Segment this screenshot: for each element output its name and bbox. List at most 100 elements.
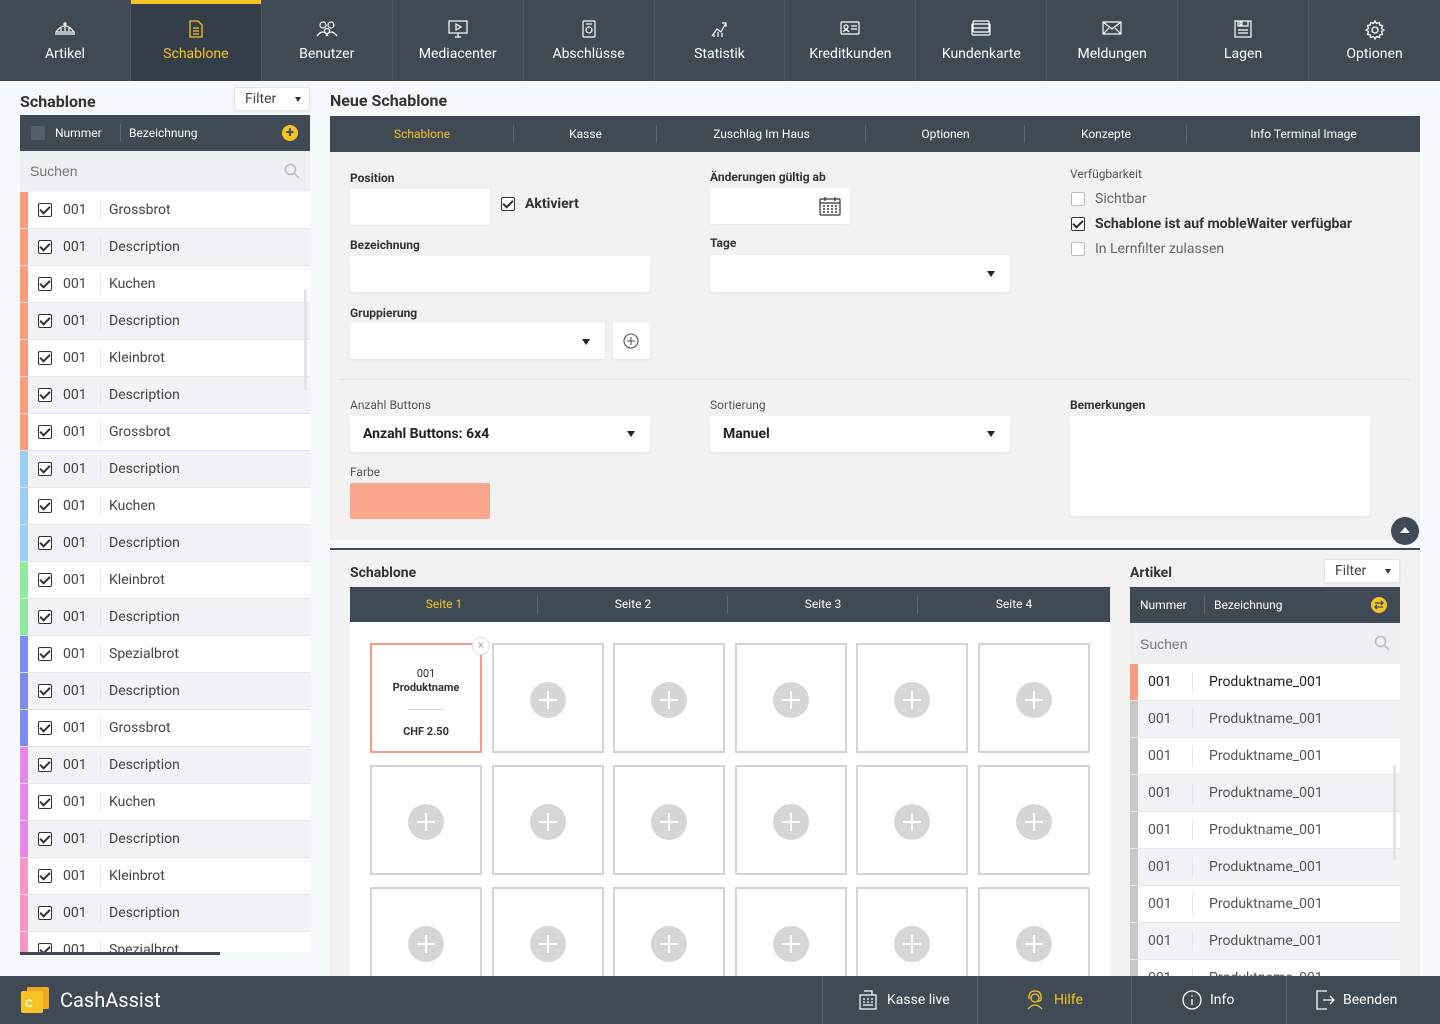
nav-item-statistik[interactable]: Statistik: [655, 0, 786, 81]
horizontal-scrollbar[interactable]: [20, 952, 220, 955]
list-item[interactable]: 001 Kleinbrot: [20, 858, 310, 895]
vertical-scrollbar[interactable]: [304, 290, 307, 390]
row-checkbox[interactable]: [38, 684, 52, 698]
nav-item-kreditkunden[interactable]: Kreditkunden: [785, 0, 917, 81]
list-item[interactable]: 001Produktname_001: [1130, 738, 1400, 775]
lernfilter-checkbox[interactable]: [1071, 242, 1085, 256]
empty-tile-add-button[interactable]: [856, 887, 968, 976]
empty-tile-add-button[interactable]: [492, 765, 604, 875]
nav-item-kundenkarte[interactable]: Kundenkarte: [916, 0, 1048, 81]
row-checkbox[interactable]: [38, 536, 52, 550]
list-item[interactable]: 001 Grossbrot: [20, 414, 310, 451]
empty-tile-add-button[interactable]: [735, 765, 847, 875]
row-checkbox[interactable]: [38, 425, 52, 439]
position-input[interactable]: [350, 189, 490, 225]
aktiviert-checkbox[interactable]: [501, 197, 515, 211]
list-item[interactable]: 001Produktname_001: [1130, 886, 1400, 923]
empty-tile-add-button[interactable]: [735, 887, 847, 976]
row-checkbox[interactable]: [38, 943, 52, 952]
empty-tile-add-button[interactable]: [613, 643, 725, 753]
row-checkbox[interactable]: [38, 610, 52, 624]
empty-tile-add-button[interactable]: [370, 765, 482, 875]
list-item[interactable]: 001Produktname_001: [1130, 849, 1400, 886]
sichtbar-checkbox[interactable]: [1071, 192, 1085, 206]
list-item[interactable]: 001 Description: [20, 229, 310, 266]
tab-seite-4[interactable]: Seite 4: [918, 587, 1110, 622]
list-item[interactable]: 001 Description: [20, 821, 310, 858]
list-item[interactable]: 001 Description: [20, 303, 310, 340]
row-checkbox[interactable]: [38, 758, 52, 772]
template-button-tile[interactable]: 001 Produktname CHF 2.50 ×: [370, 637, 490, 753]
nav-item-benutzer[interactable]: Benutzer: [262, 0, 393, 81]
row-checkbox[interactable]: [38, 721, 52, 735]
row-checkbox[interactable]: [38, 277, 52, 291]
bemerkungen-textarea[interactable]: [1070, 416, 1370, 516]
filter-dropdown[interactable]: Filter: [234, 87, 310, 111]
list-item[interactable]: 001Produktname_001: [1130, 775, 1400, 812]
close-icon[interactable]: ×: [472, 637, 490, 655]
row-checkbox[interactable]: [38, 795, 52, 809]
sortierung-select[interactable]: Manuel: [710, 416, 1010, 452]
list-item[interactable]: 001 Description: [20, 377, 310, 414]
empty-tile-add-button[interactable]: [492, 887, 604, 976]
tab-zuschlag-im-haus[interactable]: Zuschlag Im Haus: [657, 116, 866, 152]
list-item[interactable]: 001Produktname_001: [1130, 664, 1400, 701]
nav-item-meldungen[interactable]: Meldungen: [1047, 0, 1179, 81]
row-checkbox[interactable]: [38, 462, 52, 476]
calendar-icon[interactable]: [819, 196, 841, 216]
list-item[interactable]: 001 Description: [20, 673, 310, 710]
row-checkbox[interactable]: [38, 351, 52, 365]
tab-konzepte[interactable]: Konzepte: [1025, 116, 1187, 152]
empty-tile-add-button[interactable]: [978, 643, 1090, 753]
search-input[interactable]: [20, 151, 280, 191]
list-item[interactable]: 001 Kleinbrot: [20, 340, 310, 377]
list-item[interactable]: 001 Description: [20, 599, 310, 636]
anzahl-buttons-select[interactable]: Anzahl Buttons: 6x4: [350, 416, 650, 452]
nav-item-abschluesse[interactable]: Abschlüsse: [524, 0, 655, 81]
tab-seite-1[interactable]: Seite 1: [350, 587, 538, 622]
add-template-button[interactable]: +: [282, 125, 298, 141]
empty-tile-add-button[interactable]: [978, 887, 1090, 976]
row-checkbox[interactable]: [38, 388, 52, 402]
collapse-form-button[interactable]: [1391, 517, 1419, 545]
nav-item-optionen[interactable]: Optionen: [1309, 0, 1440, 81]
empty-tile-add-button[interactable]: [978, 765, 1090, 875]
row-checkbox[interactable]: [38, 203, 52, 217]
select-all-checkbox[interactable]: [31, 126, 45, 140]
color-swatch[interactable]: [350, 483, 490, 519]
empty-tile-add-button[interactable]: [856, 765, 968, 875]
bezeichnung-input[interactable]: [350, 256, 650, 292]
gruppierung-select[interactable]: [350, 323, 605, 359]
info-button[interactable]: Info: [1131, 976, 1286, 1024]
row-checkbox[interactable]: [38, 906, 52, 920]
list-item[interactable]: 001 Grossbrot: [20, 710, 310, 747]
list-item[interactable]: 001 Kuchen: [20, 266, 310, 303]
empty-tile-add-button[interactable]: [613, 887, 725, 976]
tab-schablone[interactable]: Schablone: [330, 116, 514, 152]
search-icon[interactable]: [284, 163, 300, 179]
list-item[interactable]: 001Produktname_001: [1130, 960, 1400, 976]
kasse-live-button[interactable]: Kasse live: [822, 976, 977, 1024]
list-item[interactable]: 001 Description: [20, 747, 310, 784]
nav-item-lagen[interactable]: Lagen: [1178, 0, 1310, 81]
empty-tile-add-button[interactable]: [856, 643, 968, 753]
empty-tile-add-button[interactable]: [735, 643, 847, 753]
list-item[interactable]: 001 Kuchen: [20, 784, 310, 821]
row-checkbox[interactable]: [38, 573, 52, 587]
empty-tile-add-button[interactable]: [492, 643, 604, 753]
tab-optionen[interactable]: Optionen: [866, 116, 1025, 152]
list-item[interactable]: 001 Kuchen: [20, 488, 310, 525]
nav-item-schablone[interactable]: Schablone: [130, 0, 262, 81]
tab-seite-3[interactable]: Seite 3: [728, 587, 918, 622]
search-icon[interactable]: [1374, 635, 1390, 651]
add-gruppierung-button[interactable]: [613, 323, 650, 359]
hilfe-button[interactable]: Hilfe: [977, 976, 1131, 1024]
list-item[interactable]: 001Produktname_001: [1130, 812, 1400, 849]
row-checkbox[interactable]: [38, 499, 52, 513]
list-item[interactable]: 001Produktname_001: [1130, 701, 1400, 738]
empty-tile-add-button[interactable]: [613, 765, 725, 875]
list-item[interactable]: 001 Grossbrot: [20, 192, 310, 229]
row-checkbox[interactable]: [38, 240, 52, 254]
swap-icon[interactable]: [1371, 597, 1387, 613]
tab-info-terminal-image[interactable]: Info Terminal Image: [1187, 116, 1420, 152]
